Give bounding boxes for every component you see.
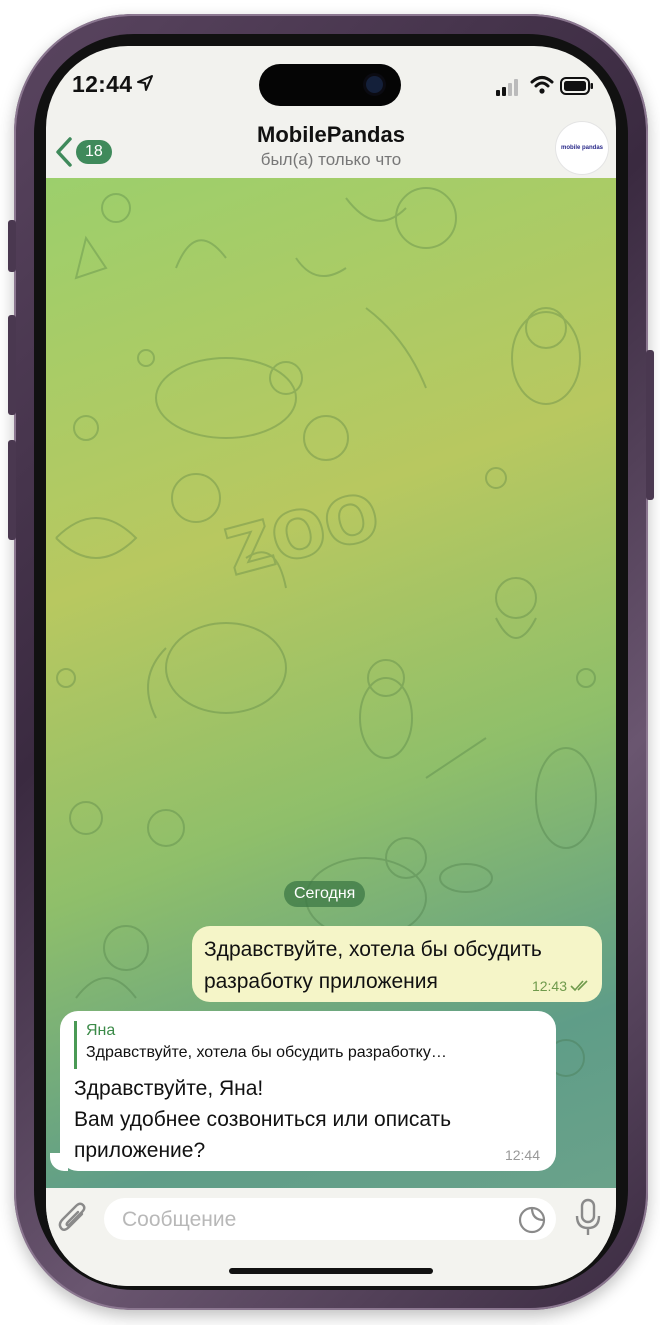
message-line: Здравствуйте, хотела бы обсудить (204, 938, 542, 961)
reply-preview: Здравствуйте, хотела бы обсудить разрабо… (86, 1044, 447, 1061)
message-line: Здравствуйте, Яна! (74, 1077, 264, 1100)
outgoing-message[interactable]: Здравствуйте, хотела бы обсудить разрабо… (192, 926, 602, 1002)
avatar[interactable]: mobile pandas (556, 122, 608, 174)
status-bar: 12:44 (46, 46, 616, 130)
home-indicator[interactable] (229, 1268, 433, 1274)
message-meta: 12:43 (532, 978, 592, 994)
battery-icon (560, 77, 593, 95)
double-check-icon (570, 980, 588, 992)
screen: 12:44 18 MobilePandas был(а) только что … (46, 46, 616, 1286)
message-input-field[interactable] (104, 1198, 556, 1242)
dynamic-island (259, 64, 401, 106)
attach-paperclip-icon[interactable] (56, 1200, 90, 1238)
microphone-icon[interactable] (573, 1198, 603, 1238)
power-button (646, 350, 654, 500)
status-time: 12:44 (72, 71, 133, 97)
volume-up-button (8, 315, 16, 415)
message-text: Здравствуйте, хотела бы обсудить разрабо… (204, 934, 542, 998)
chat-header: 18 MobilePandas был(а) только что mobile… (46, 122, 616, 178)
message-composer (46, 1188, 616, 1286)
wifi-icon (530, 76, 554, 94)
cellular-signal-icon (496, 79, 518, 96)
chat-title[interactable]: MobilePandas (46, 122, 616, 148)
chat-area[interactable]: ZOO Сегодня Здравствуйте, хотела бы обсу… (46, 178, 616, 1188)
message-time: 12:44 (504, 1147, 540, 1163)
sticker-icon[interactable] (518, 1206, 546, 1234)
chat-subtitle: был(а) только что (260, 150, 402, 169)
message-line: Вам удобнее созвониться или описать (74, 1108, 452, 1131)
message-text: Здравствуйте, Яна! Вам удобнее созвонить… (74, 1073, 544, 1166)
message-line: приложение? (74, 1139, 206, 1162)
message-input[interactable] (120, 1198, 504, 1242)
incoming-message[interactable]: Яна Здравствуйте, хотела бы обсудить раз… (60, 1011, 556, 1171)
location-arrow-icon (137, 75, 153, 91)
message-line: разработку приложения (204, 970, 438, 993)
reply-author: Яна (86, 1022, 116, 1039)
date-separator: Сегодня (284, 881, 366, 907)
wallpaper-zoo-text: ZOO (219, 479, 388, 591)
reply-quote[interactable]: Яна Здравствуйте, хотела бы обсудить раз… (74, 1021, 556, 1069)
mute-switch (8, 220, 16, 272)
avatar-logo-text: mobile pandas (560, 145, 603, 151)
message-time: 12:43 (531, 978, 567, 994)
camera-lens-icon (366, 76, 383, 93)
volume-down-button (8, 440, 16, 540)
